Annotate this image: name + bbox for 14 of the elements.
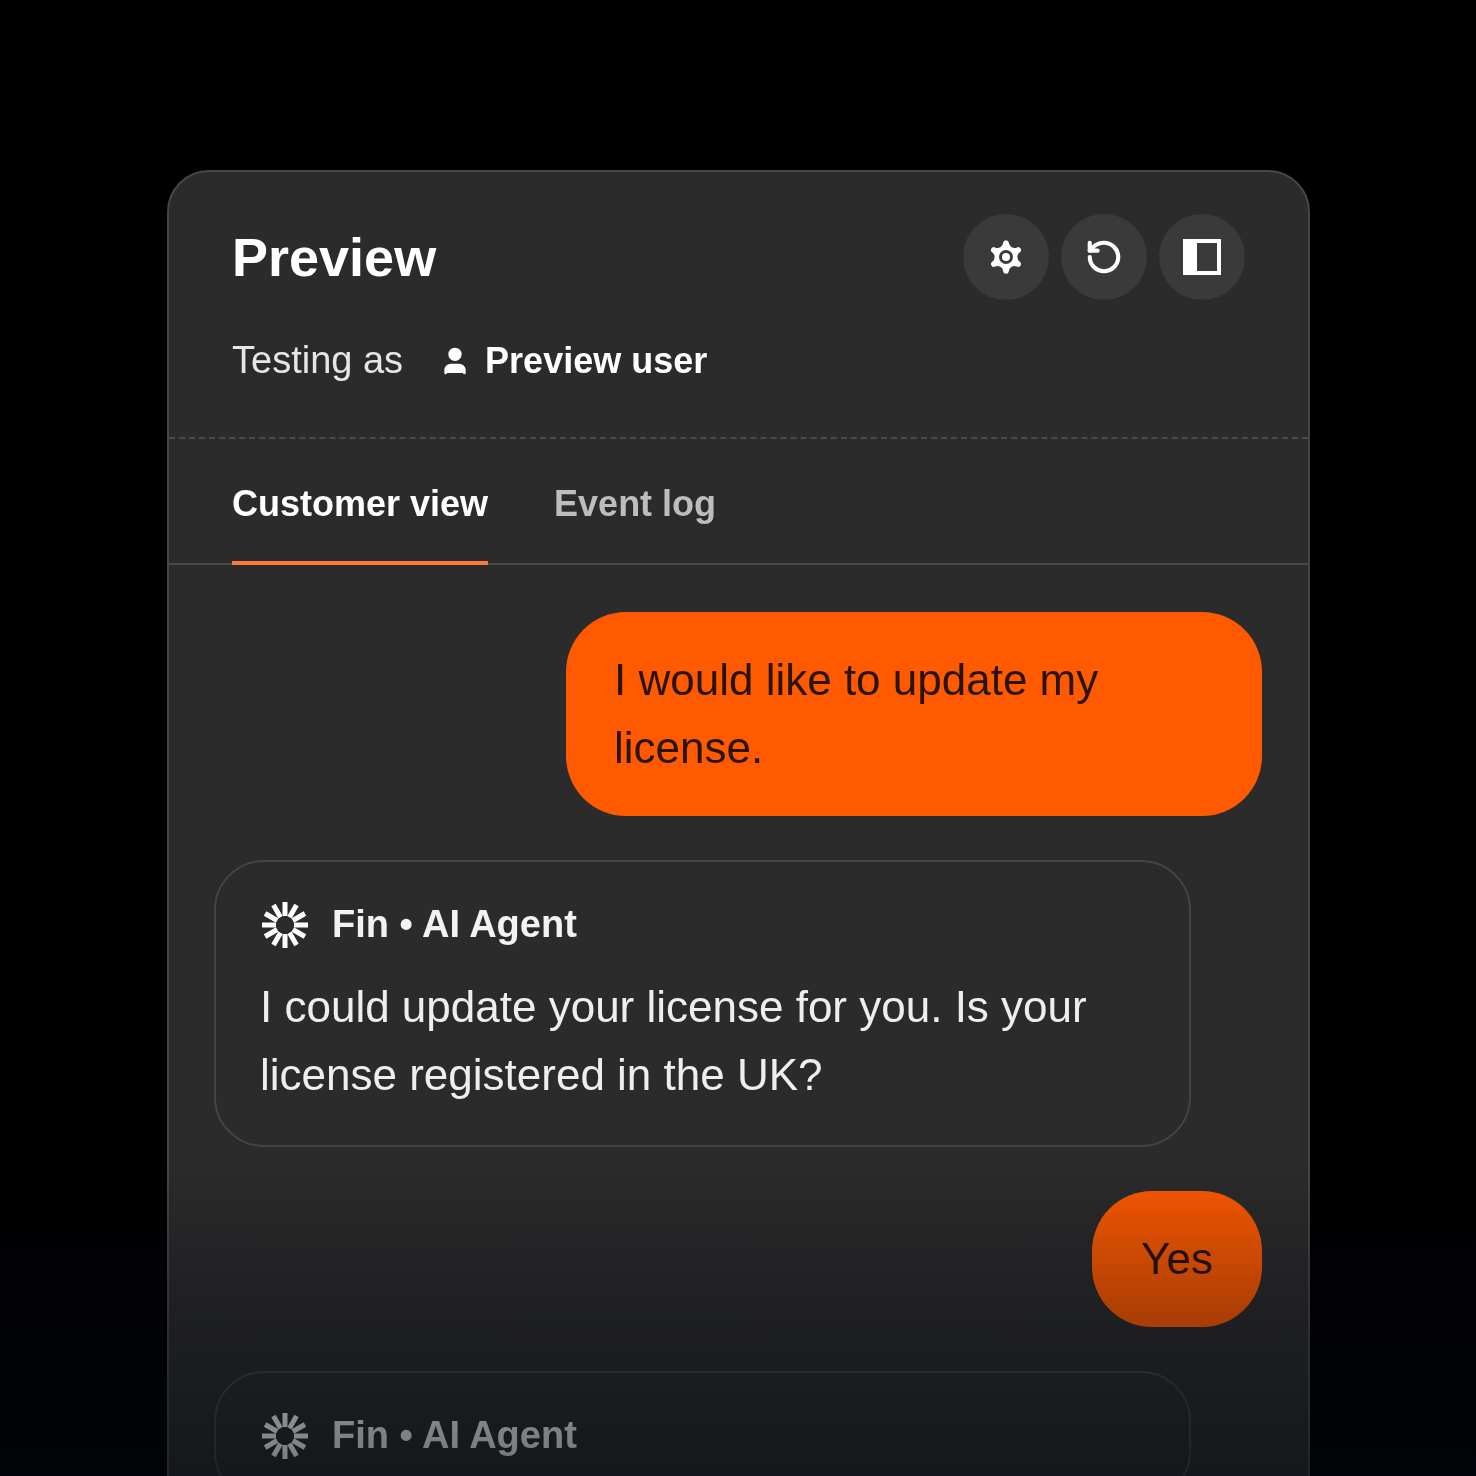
agent-name: Fin • AI Agent — [332, 902, 577, 947]
testing-as-label: Testing as — [232, 338, 404, 383]
burst-logo-icon — [260, 1410, 310, 1461]
undo-arrow-icon — [1085, 238, 1123, 276]
tab[interactable]: Customer view — [232, 477, 489, 565]
burst-logo-icon — [260, 899, 310, 950]
user-message-bubble: Yes — [1092, 1191, 1262, 1327]
panel-title: Preview — [232, 225, 437, 289]
sidebar-panel-icon — [1183, 238, 1221, 276]
user-name: Preview user — [485, 338, 708, 383]
agent-message-text: I could update your license for you. Is your license registered in the UK? — [260, 981, 1088, 1101]
agent-name: Fin • AI Agent — [332, 1413, 577, 1458]
tab[interactable]: Event log — [554, 477, 717, 565]
user-message-bubble: I would like to update my license. — [566, 612, 1262, 816]
